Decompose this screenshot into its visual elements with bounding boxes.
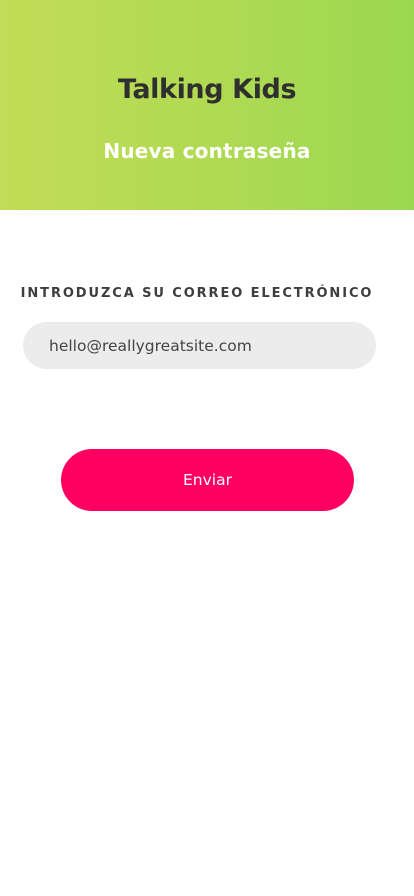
send-button[interactable]: Enviar [61,449,354,511]
email-label: INTRODUZCA SU CORREO ELECTRÓNICO [20,286,374,301]
header-banner: Talking Kids Nueva contraseña [0,0,414,210]
email-field[interactable] [23,322,376,369]
app-title: Talking Kids [117,74,297,105]
page-title: Nueva contraseña [103,139,311,163]
